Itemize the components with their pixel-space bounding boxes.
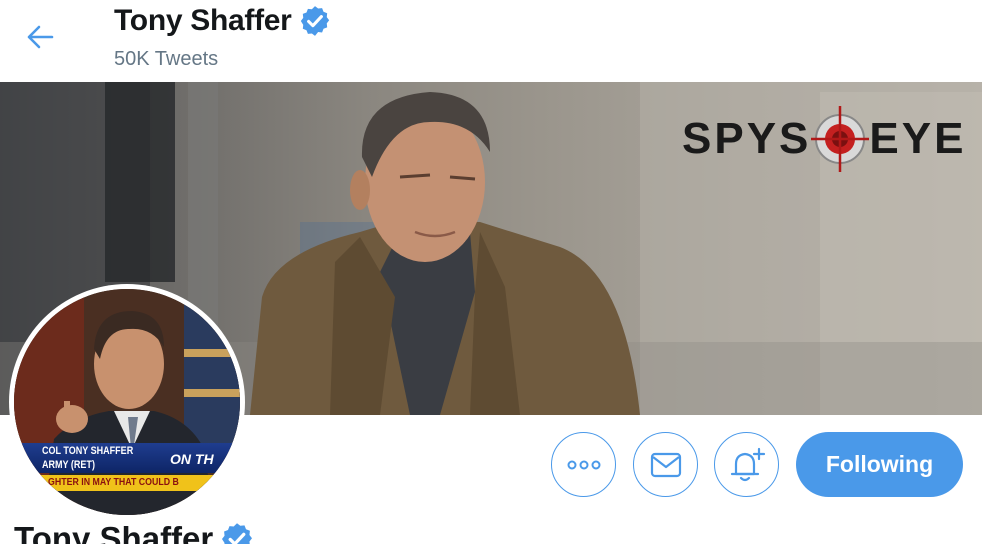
- spyseye-logo: SPYS EYE: [682, 104, 966, 174]
- verified-badge-icon: [300, 6, 329, 36]
- ticker-line-2: ARMY (RET): [42, 459, 95, 471]
- more-dots-icon: [567, 460, 600, 469]
- back-button[interactable]: [14, 14, 66, 60]
- avatar-photo: COL TONY SHAFFER ARMY (RET) ON TH GHTER …: [14, 289, 240, 515]
- ticker-line-3: GHTER IN MAY THAT COULD B: [48, 477, 179, 488]
- profile-name-text: Tony Shaffer: [14, 520, 214, 544]
- envelope-icon: [650, 452, 681, 477]
- ticker-line-1: COL TONY SHAFFER: [42, 445, 134, 457]
- bell-plus-icon: [730, 447, 765, 481]
- following-button[interactable]: Following: [796, 432, 963, 497]
- profile-avatar[interactable]: COL TONY SHAFFER ARMY (RET) ON TH GHTER …: [9, 284, 245, 520]
- crosshair-icon: [811, 106, 870, 172]
- ticker-tag: ON TH: [170, 451, 214, 467]
- header-name-text: Tony Shaffer: [114, 4, 292, 37]
- message-button[interactable]: [633, 432, 698, 497]
- profile-header-bar: Tony Shaffer 50K Tweets: [0, 0, 982, 82]
- header-title: Tony Shaffer: [114, 4, 332, 38]
- profile-page: Tony Shaffer 50K Tweets SPYS EYE COL TON…: [0, 0, 982, 544]
- logo-text-right: EYE: [869, 114, 967, 163]
- profile-name: Tony Shaffer: [14, 520, 255, 544]
- arrow-left-icon: [27, 25, 54, 49]
- logo-text-left: SPYS: [682, 114, 812, 163]
- notifications-button[interactable]: [714, 432, 779, 497]
- tweet-count: 50K Tweets: [114, 48, 219, 70]
- more-options-button[interactable]: [551, 432, 616, 497]
- verified-badge-icon: [222, 523, 253, 544]
